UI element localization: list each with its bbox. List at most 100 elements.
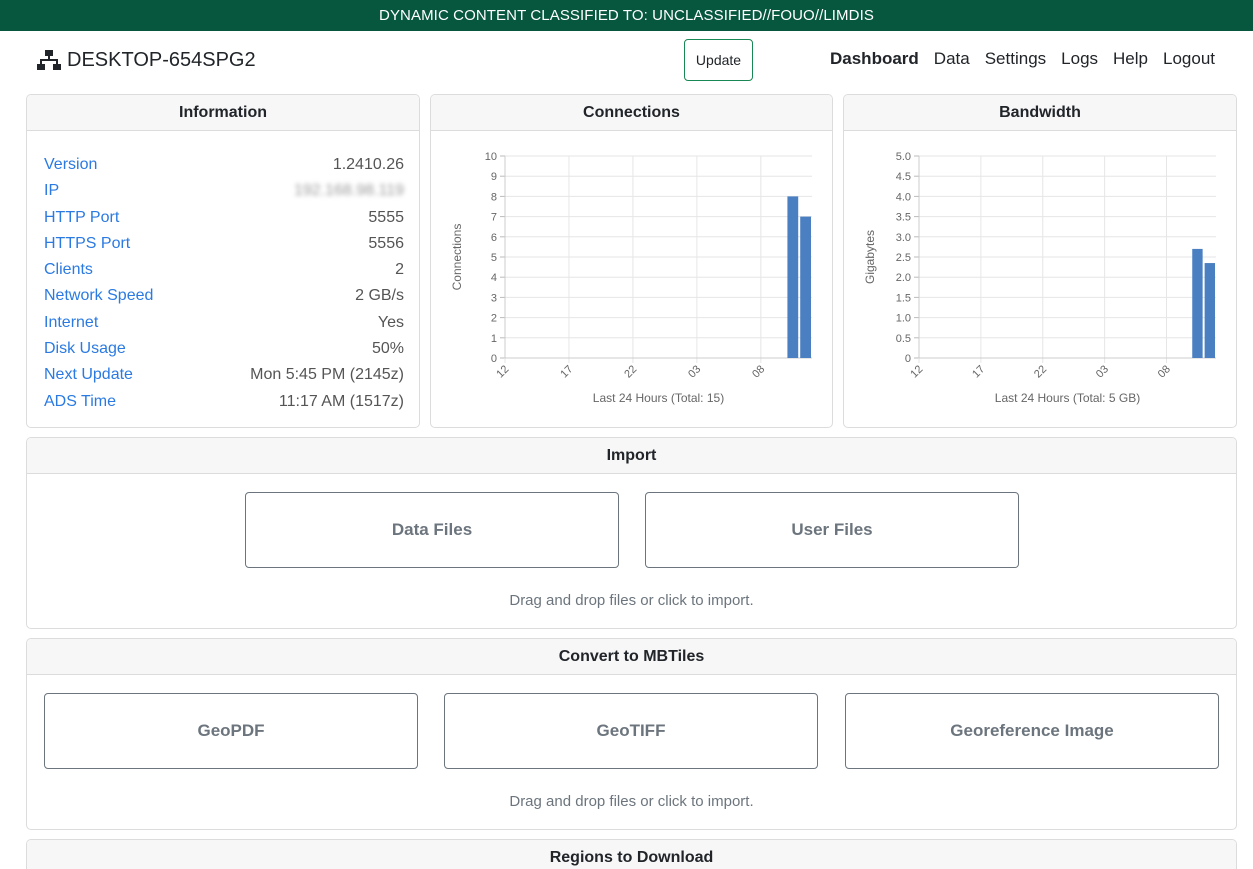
nav-dashboard[interactable]: Dashboard	[830, 49, 919, 69]
info-key[interactable]: ADS Time	[44, 389, 116, 415]
info-key[interactable]: Clients	[44, 257, 93, 283]
y-tick-label: 1	[491, 333, 497, 345]
y-tick-label: 5	[491, 252, 497, 264]
info-value: 1.2410.26	[332, 156, 404, 173]
info-row: Next Update Mon 5:45 PM (2145z)	[44, 362, 404, 388]
x-tick-label: 12	[908, 363, 925, 380]
y-tick-label: 3.0	[896, 232, 911, 244]
bandwidth-chart: 0 0.5 1.0 1.5 2.0 2.5 3.0 3.5 4.0 4.5 5.0 12 17 22 03 0…	[863, 151, 1216, 405]
nav-help[interactable]: Help	[1113, 49, 1148, 69]
y-tick-label: 0.5	[896, 333, 911, 345]
bandwidth-card: Bandwidth 0 0.5 1.0 1.5 2.0 2.5 3.0 3.5 4.0 4.5 5.…	[843, 94, 1237, 428]
x-tick-label: 08	[750, 363, 767, 380]
geotiff-button[interactable]: GeoTIFF	[444, 693, 818, 769]
information-card: Information Version 1.2410.26 IP 192.168.98…	[26, 94, 420, 428]
y-tick-label: 0	[905, 353, 911, 365]
info-row: HTTPS Port 5556	[44, 231, 404, 257]
y-tick-label: 6	[491, 232, 497, 244]
y-tick-label: 4.5	[896, 171, 911, 183]
y-tick-label: 3.5	[896, 212, 911, 224]
nav-logout[interactable]: Logout	[1163, 49, 1215, 69]
info-row: Disk Usage 50%	[44, 336, 404, 362]
y-tick-label: 2.5	[896, 252, 911, 264]
update-button[interactable]: Update	[684, 39, 753, 81]
x-tick-label: 03	[686, 363, 703, 380]
georeference-image-button[interactable]: Georeference Image	[845, 693, 1219, 769]
user-files-button[interactable]: User Files	[645, 492, 1019, 568]
x-tick-label: 08	[1156, 363, 1173, 380]
x-axis-label: Last 24 Hours (Total: 5 GB)	[995, 391, 1140, 405]
import-card: Import Data Files User Files Drag and dr…	[26, 437, 1237, 629]
x-tick-label: 17	[970, 363, 987, 380]
import-hint: Drag and drop files or click to import.	[509, 592, 754, 609]
y-tick-label: 4	[491, 272, 497, 284]
geopdf-button[interactable]: GeoPDF	[44, 693, 418, 769]
info-key[interactable]: Version	[44, 152, 97, 178]
info-value: 5555	[368, 208, 404, 226]
chart-bar	[1192, 248, 1203, 358]
convert-title: Convert to MBTiles	[27, 639, 1236, 675]
x-tick-label: 22	[622, 363, 639, 380]
brand: DESKTOP-654SPG2	[37, 48, 256, 72]
information-title: Information	[27, 95, 419, 131]
information-table: Version 1.2410.26 IP 192.168.98.119 HTTP Por…	[44, 152, 404, 415]
info-row: ADS Time 11:17 AM (1517z)	[44, 389, 404, 415]
info-row: Clients 2	[44, 257, 404, 283]
info-key[interactable]: Network Speed	[44, 283, 153, 309]
info-key[interactable]: IP	[44, 178, 59, 204]
y-tick-label: 1.0	[896, 313, 911, 325]
import-title: Import	[27, 438, 1236, 474]
y-tick-label: 7	[491, 212, 497, 224]
y-tick-label: 4.0	[896, 191, 911, 203]
info-key[interactable]: HTTPS Port	[44, 231, 130, 257]
info-row: HTTP Port 5555	[44, 205, 404, 231]
connections-card: Connections 0 1 2 3 4 5 6 7 8 9 10 12 17 22 03 08 Connec…	[430, 94, 833, 428]
y-tick-label: 8	[491, 191, 497, 203]
info-row: Internet Yes	[44, 310, 404, 336]
info-key[interactable]: Internet	[44, 310, 98, 336]
y-tick-label: 0	[491, 353, 497, 365]
info-row: IP 192.168.98.119	[44, 178, 404, 204]
info-row: Network Speed 2 GB/s	[44, 283, 404, 309]
info-key[interactable]: Disk Usage	[44, 336, 126, 362]
top-navbar: DESKTOP-654SPG2 Update Dashboard Data Se…	[0, 31, 1253, 89]
nav-data[interactable]: Data	[934, 49, 970, 69]
nav-logs[interactable]: Logs	[1061, 49, 1098, 69]
convert-hint: Drag and drop files or click to import.	[509, 793, 754, 810]
y-tick-label: 2.0	[896, 272, 911, 284]
info-value: 2 GB/s	[355, 287, 404, 305]
y-tick-label: 3	[491, 292, 497, 304]
classification-banner: DYNAMIC CONTENT CLASSIFIED TO: UNCLASSIF…	[0, 0, 1253, 31]
main-nav: Dashboard Data Settings Logs Help Logout	[815, 49, 1215, 69]
convert-card: Convert to MBTiles GeoPDF GeoTIFF Georef…	[26, 638, 1237, 830]
info-key[interactable]: HTTP Port	[44, 205, 119, 231]
y-tick-label: 2	[491, 313, 497, 325]
chart-bar	[800, 216, 811, 358]
x-tick-label: 03	[1094, 363, 1111, 380]
y-axis-label: Gigabytes	[863, 230, 877, 284]
info-key[interactable]: Next Update	[44, 362, 133, 388]
y-tick-label: 9	[491, 171, 497, 183]
x-tick-label: 12	[494, 363, 511, 380]
info-value: 192.168.98.119	[293, 182, 404, 200]
info-value: 11:17 AM (1517z)	[278, 392, 404, 410]
x-tick-label: 17	[558, 363, 575, 380]
x-tick-label: 22	[1032, 363, 1049, 380]
y-tick-label: 5.0	[896, 151, 911, 163]
bandwidth-title: Bandwidth	[844, 95, 1236, 131]
nav-settings[interactable]: Settings	[985, 49, 1046, 69]
regions-card: Regions to Download	[26, 839, 1237, 869]
connections-title: Connections	[431, 95, 832, 131]
info-value: Yes	[377, 313, 404, 331]
chart-bar	[1204, 263, 1215, 358]
regions-title: Regions to Download	[27, 840, 1236, 869]
y-axis-label: Connections	[450, 224, 464, 291]
data-files-button[interactable]: Data Files	[245, 492, 619, 568]
hostname: DESKTOP-654SPG2	[67, 48, 256, 71]
info-row: Version 1.2410.26	[44, 152, 404, 178]
chart-bar	[787, 196, 799, 358]
connections-chart: 01234567891012 17 22 03 08ConnectionsLast 24…	[450, 151, 812, 405]
y-tick-label: 10	[485, 151, 497, 163]
info-value: Mon 5:45 PM (2145z)	[250, 366, 404, 384]
info-value: 5556	[368, 234, 404, 252]
